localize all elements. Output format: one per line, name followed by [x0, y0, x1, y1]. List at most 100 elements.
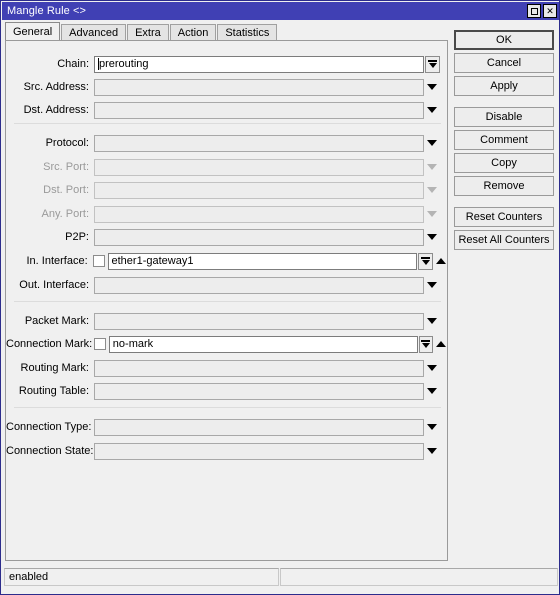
input-routing-table[interactable] — [94, 382, 424, 400]
label-src-address: Src. Address: — [23, 81, 89, 93]
dropdown-button-icon[interactable] — [418, 335, 434, 353]
apply-button[interactable]: Apply — [454, 76, 554, 96]
field-row: Src. Address: — [6, 77, 449, 97]
close-icon[interactable]: ✕ — [543, 4, 557, 18]
field-row: Any. Port: — [6, 204, 449, 224]
field-row: Src. Port: — [6, 157, 449, 177]
chevron-down-icon[interactable] — [424, 229, 440, 246]
field-row: Routing Table: — [6, 381, 449, 401]
chevron-down-icon[interactable] — [424, 360, 440, 377]
chevron-down-icon[interactable] — [424, 102, 440, 119]
chevron-down-icon[interactable] — [424, 277, 440, 294]
tab-label: Action — [177, 27, 209, 39]
chevron-down-icon[interactable] — [424, 135, 440, 152]
text-caret — [98, 58, 99, 70]
button-label: Apply — [490, 80, 518, 92]
button-label: Remove — [483, 180, 525, 192]
input-connection-mark[interactable]: no-mark — [108, 335, 418, 353]
field-row: Connection Mark: no-mark — [6, 334, 449, 354]
input-src-address[interactable] — [94, 78, 424, 96]
chevron-down-icon — [424, 182, 440, 199]
field-row: P2P: — [6, 227, 449, 247]
chevron-down-icon[interactable] — [424, 313, 440, 330]
input-in-interface[interactable]: ether1-gateway1 — [107, 252, 418, 270]
maximize-icon[interactable] — [527, 4, 541, 18]
chevron-up-icon[interactable] — [433, 253, 449, 270]
label-any-port: Any. Port: — [41, 208, 89, 220]
label-connection-type: Connection Type: — [6, 421, 92, 433]
input-packet-mark[interactable] — [94, 312, 424, 330]
field-row: Connection State: — [6, 441, 449, 461]
remove-button[interactable]: Remove — [454, 176, 554, 196]
chevron-down-icon[interactable] — [424, 419, 440, 436]
tab-advanced[interactable]: Advanced — [61, 24, 127, 41]
input-p2p[interactable] — [94, 228, 424, 246]
field-group-separator — [14, 123, 441, 124]
field-row: Chain: prerouting — [6, 54, 449, 74]
input-any-port — [94, 205, 424, 223]
reset-all-counters-button[interactable]: Reset All Counters — [454, 230, 554, 250]
copy-button[interactable]: Copy — [454, 153, 554, 173]
general-tab-panel: Chain: prerouting Src. Address: Dst. Addres… — [5, 40, 448, 561]
input-chain[interactable]: prerouting — [94, 55, 424, 73]
label-in-interface: In. Interface: — [26, 255, 88, 267]
tab-extra[interactable]: Extra — [127, 24, 169, 41]
input-routing-mark[interactable] — [94, 359, 424, 377]
field-row: In. Interface: ether1-gateway1 — [6, 251, 449, 271]
label-packet-mark: Packet Mark: — [24, 315, 89, 327]
label-routing-mark: Routing Mark: — [20, 362, 89, 374]
title-bar[interactable]: Mangle Rule <> ✕ — [2, 2, 559, 20]
label-dst-port: Dst. Port: — [43, 184, 89, 196]
field-row: Packet Mark: — [6, 311, 449, 331]
dropdown-button-icon[interactable] — [425, 55, 440, 73]
label-dst-address: Dst. Address: — [23, 104, 89, 116]
input-dst-address[interactable] — [94, 101, 424, 119]
status-enabled: enabled — [4, 568, 279, 586]
input-src-port — [94, 158, 424, 176]
input-value: ether1-gateway1 — [111, 255, 194, 267]
tab-label: Extra — [135, 27, 161, 39]
button-label: OK — [496, 34, 512, 46]
checkbox-in-interface[interactable] — [92, 255, 105, 267]
field-row: Routing Mark: — [6, 358, 449, 378]
label-out-interface: Out. Interface: — [19, 279, 89, 291]
cancel-button[interactable]: Cancel — [454, 53, 554, 73]
comment-button[interactable]: Comment — [454, 130, 554, 150]
chevron-up-icon[interactable] — [433, 336, 449, 353]
button-label: Disable — [485, 111, 523, 123]
field-row: Out. Interface: — [6, 275, 449, 295]
button-label: Comment — [480, 134, 528, 146]
reset-counters-button[interactable]: Reset Counters — [454, 207, 554, 227]
chevron-down-icon[interactable] — [424, 443, 440, 460]
chevron-down-icon[interactable] — [424, 383, 440, 400]
input-out-interface[interactable] — [94, 276, 424, 294]
chevron-down-icon[interactable] — [424, 79, 440, 96]
window-title: Mangle Rule <> — [7, 5, 87, 17]
input-dst-port — [94, 181, 424, 199]
tab-general[interactable]: General — [5, 22, 61, 41]
label-p2p: P2P: — [65, 231, 89, 243]
label-connection-mark: Connection Mark: — [6, 338, 93, 350]
chevron-down-icon — [424, 159, 440, 176]
tab-label: Statistics — [225, 27, 270, 39]
window-controls: ✕ — [527, 4, 557, 18]
ok-button[interactable]: OK — [454, 30, 554, 50]
tab-label: Advanced — [69, 27, 119, 39]
label-chain: Chain: — [57, 58, 89, 70]
input-protocol[interactable] — [94, 134, 424, 152]
checkbox-connection-mark[interactable] — [94, 338, 106, 350]
tab-statistics[interactable]: Statistics — [217, 24, 278, 41]
tab-action[interactable]: Action — [169, 24, 217, 41]
chevron-down-icon — [424, 206, 440, 223]
field-group-separator — [14, 301, 441, 302]
button-label: Cancel — [486, 57, 522, 69]
field-row: Dst. Port: — [6, 180, 449, 200]
input-connection-state[interactable] — [94, 442, 424, 460]
label-connection-state: Connection State: — [6, 445, 94, 457]
input-connection-type[interactable] — [94, 418, 424, 436]
input-value: prerouting — [99, 58, 149, 70]
disable-button[interactable]: Disable — [454, 107, 554, 127]
dropdown-button-icon[interactable] — [418, 252, 434, 270]
status-secondary — [279, 568, 558, 586]
status-bar: enabled — [4, 568, 558, 586]
